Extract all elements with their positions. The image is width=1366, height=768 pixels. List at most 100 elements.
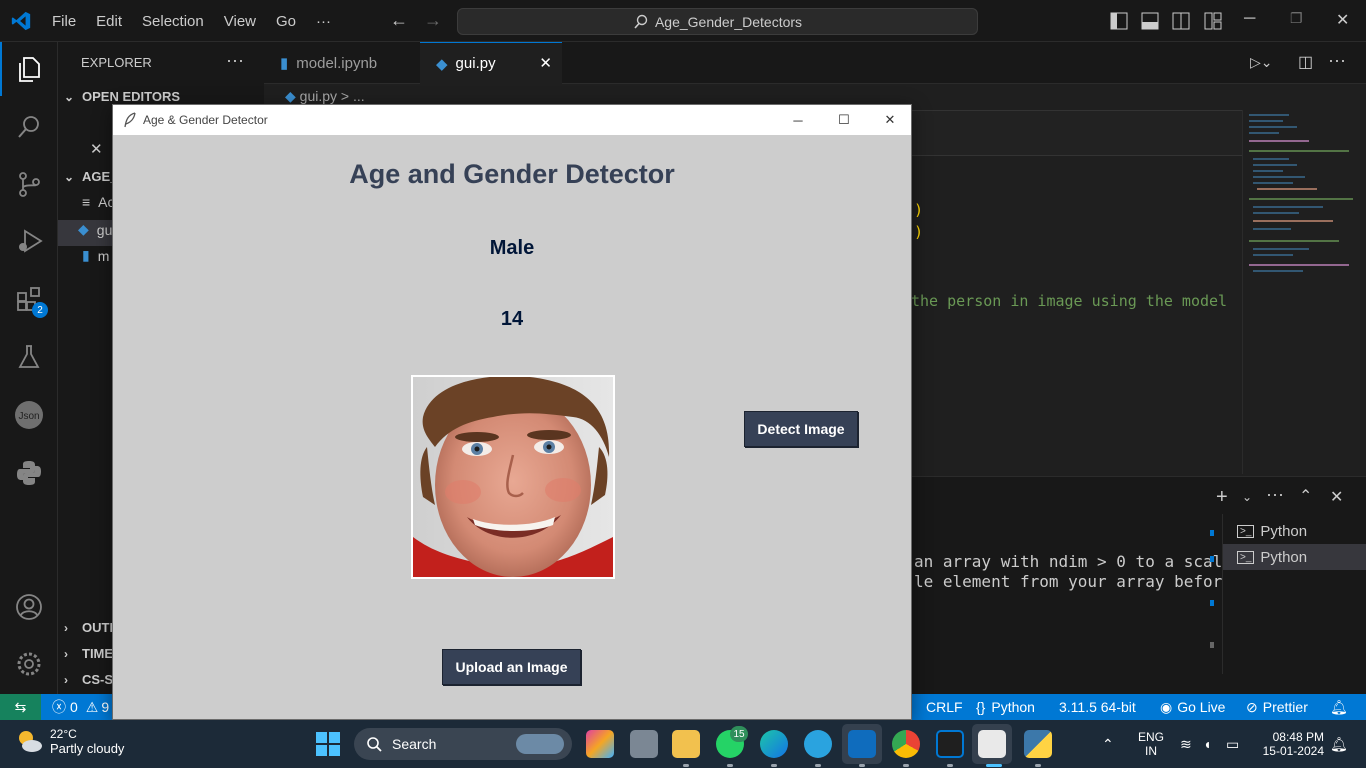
explorer-icon[interactable] — [0, 42, 44, 96]
language-indicator[interactable]: {} Python — [976, 694, 1035, 720]
customize-layout-icon[interactable] — [1204, 10, 1222, 32]
window-title: Age & Gender Detector — [143, 113, 268, 127]
timeline-section[interactable]: › TIME — [64, 646, 113, 661]
notifications-bell-icon[interactable]: 🔔︎ — [1330, 694, 1348, 720]
file-explorer-icon[interactable] — [672, 730, 700, 758]
file-label: m — [97, 247, 110, 264]
svg-text:Json: Json — [18, 411, 39, 422]
windows-taskbar: 22°C Partly cloudy Search 15 ⌃ ENG IN ≋ … — [0, 720, 1366, 768]
forward-arrow-icon[interactable]: → — [424, 10, 442, 31]
gender-label: Male — [489, 237, 535, 259]
detect-image-button[interactable]: Detect Image — [744, 411, 858, 447]
interpreter-indicator[interactable]: 3.11.5 64-bit — [1059, 694, 1136, 720]
testing-icon[interactable] — [14, 342, 44, 372]
braces-icon: {} — [976, 699, 986, 715]
menu-go[interactable]: Go — [266, 13, 306, 30]
outlook-icon[interactable] — [848, 730, 876, 758]
toggle-secondary-sidebar-icon[interactable] — [1172, 10, 1190, 32]
back-arrow-icon[interactable]: ← — [390, 10, 408, 31]
menu-more[interactable]: ··· — [306, 13, 341, 30]
minimap[interactable] — [1242, 110, 1354, 474]
eol-indicator[interactable]: CRLF — [926, 694, 963, 720]
terminal-item-selected[interactable]: >_ Python — [1223, 544, 1366, 570]
editor-more-icon[interactable]: ··· — [1328, 50, 1346, 71]
battery-icon[interactable]: ▭ — [1226, 720, 1239, 768]
toggle-panel-icon[interactable] — [1141, 10, 1159, 32]
tab-model-ipynb[interactable]: ▮ model.ipynb — [264, 42, 420, 84]
breadcrumb[interactable]: ◆ gui.py > ... — [285, 88, 365, 105]
minimize-icon[interactable]: ─ — [1244, 10, 1255, 32]
menu-file[interactable]: File — [42, 13, 86, 30]
accounts-icon[interactable] — [14, 592, 44, 622]
lang-line-1: ENG — [1138, 730, 1165, 744]
telegram-icon[interactable] — [804, 730, 832, 758]
sidebar-more-icon[interactable]: ··· — [226, 50, 244, 71]
chevron-down-icon[interactable]: ⌄ — [1242, 490, 1252, 504]
search-icon — [367, 737, 382, 752]
app-heading: Age and Gender Detector — [349, 159, 675, 189]
split-editor-icon[interactable]: ◫ — [1298, 52, 1313, 72]
language-indicator[interactable]: ENG IN — [1138, 720, 1164, 768]
outline-section[interactable]: › OUTL — [64, 620, 117, 635]
source-control-icon[interactable] — [14, 169, 44, 199]
running-indicator — [859, 764, 865, 767]
restore-icon[interactable]: ❐ — [1290, 10, 1303, 32]
prettier-indicator[interactable]: ⊘ Prettier — [1246, 694, 1308, 720]
taskbar-search[interactable]: Search — [354, 728, 572, 760]
sidebar-file-2[interactable]: ◆ gu — [78, 221, 112, 238]
notification-bell-icon[interactable]: 🔔︎ — [1330, 720, 1348, 768]
problems-indicator[interactable]: ⓧ 0 ⚠ 9 — [52, 694, 109, 720]
tray-overflow-icon[interactable]: ⌃ — [1102, 720, 1114, 768]
titlebar: File Edit Selection View Go ··· ← → Age_… — [0, 0, 1366, 42]
folder-section[interactable]: ⌄ AGE_ — [64, 169, 117, 184]
sidebar-title: EXPLORER — [81, 55, 152, 70]
language-label: Python — [991, 699, 1035, 715]
search-icon[interactable] — [14, 112, 44, 142]
windows-start-icon[interactable] — [316, 732, 340, 756]
vscode-taskbar-icon[interactable] — [936, 730, 964, 758]
open-editors-section[interactable]: ⌄ OPEN EDITORS — [64, 89, 180, 104]
upload-image-button[interactable]: Upload an Image — [442, 649, 581, 685]
task-view-icon[interactable] — [630, 730, 658, 758]
text-file-icon: ≡ — [82, 194, 91, 210]
panel-more-icon[interactable]: ··· — [1266, 484, 1284, 505]
python-taskbar-icon[interactable] — [1024, 730, 1052, 758]
remote-icon[interactable]: ⇆ — [0, 694, 41, 720]
menu-edit[interactable]: Edit — [86, 13, 132, 30]
snipping-tool-icon[interactable] — [978, 730, 1006, 758]
close-icon[interactable]: ✕ — [1336, 10, 1349, 32]
toggle-primary-sidebar-icon[interactable] — [1110, 10, 1128, 32]
go-live-button[interactable]: ◉ Go Live — [1160, 694, 1225, 720]
wifi-icon[interactable]: ≋ — [1180, 720, 1192, 768]
window-close-icon[interactable]: ✕ — [867, 105, 913, 135]
manage-gear-icon[interactable] — [14, 649, 44, 679]
tab-gui-py[interactable]: ◆ gui.py ✕ — [420, 42, 562, 84]
window-titlebar[interactable]: Age & Gender Detector ─ ☐ ✕ — [113, 105, 911, 135]
sidebar-file-3[interactable]: ▮ m — [82, 247, 109, 264]
window-minimize-icon[interactable]: ─ — [775, 105, 821, 135]
clock[interactable]: 08:48 PM 15-01-2024 — [1260, 720, 1324, 768]
run-python-file-icon[interactable]: ▷⌄ — [1250, 54, 1273, 71]
chevron-down-icon: ⌄ — [64, 89, 75, 104]
close-panel-icon[interactable]: ✕ — [1330, 487, 1343, 507]
close-editor-icon[interactable]: ✕ — [90, 140, 103, 158]
new-terminal-icon[interactable]: + — [1216, 486, 1228, 509]
menu-selection[interactable]: Selection — [132, 13, 214, 30]
window-maximize-icon[interactable]: ☐ — [821, 105, 867, 135]
maximize-panel-icon[interactable]: ⌃ — [1299, 486, 1312, 506]
weather-widget[interactable]: 22°C Partly cloudy — [14, 726, 124, 756]
code-fragment: ) — [914, 223, 924, 241]
sidebar-file-1[interactable]: ≡ Ac — [82, 194, 115, 210]
python-icon[interactable] — [14, 458, 44, 488]
terminal-item[interactable]: >_ Python — [1223, 518, 1366, 544]
edge-icon[interactable] — [760, 730, 788, 758]
command-center[interactable]: Age_Gender_Detectors — [457, 8, 978, 35]
copilot-icon[interactable] — [586, 730, 614, 758]
menu-view[interactable]: View — [214, 13, 266, 30]
json-icon[interactable]: Json — [14, 400, 44, 430]
extensions-icon[interactable]: 2 — [14, 284, 48, 318]
chrome-icon[interactable] — [892, 730, 920, 758]
run-debug-icon[interactable] — [14, 226, 44, 256]
close-tab-icon[interactable]: ✕ — [539, 54, 552, 72]
volume-icon[interactable]: ◖ — [1203, 720, 1211, 768]
